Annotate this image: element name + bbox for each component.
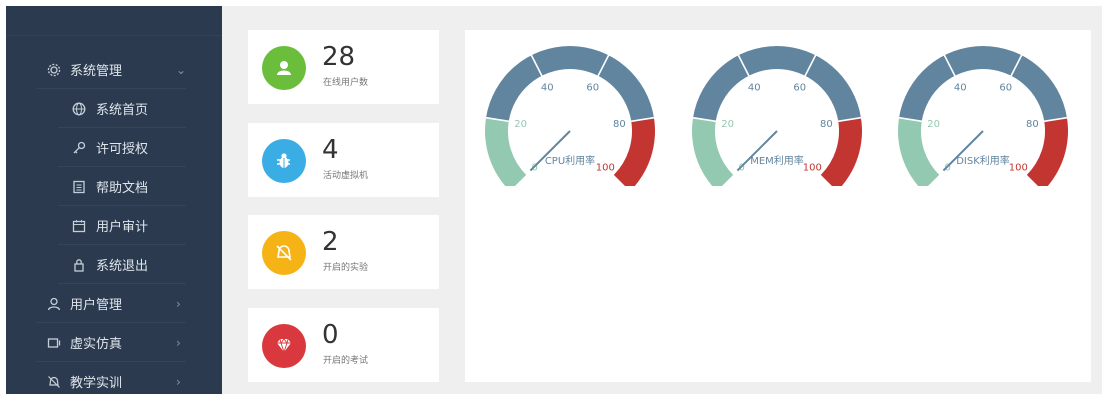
gauge-tick-label: 80 [1026,119,1039,130]
gauge-panel: 0 20 40 60 80 100 CPU利用率 0 20 40 60 80 100 MEM利用率 02… [465,30,1091,382]
chevron-right-icon: › [176,296,181,311]
sidebar-header [6,6,222,36]
bell-slash-icon [262,231,306,275]
gear-icon [46,62,62,78]
gauge-label: DISK利用率 [956,154,1010,167]
gauge-tick-label: 20 [927,119,940,130]
page-frame: 系统管理 ⌄ 系统首页 许可授权 帮助文档 用户审计 系统退出 用户管理 › 虚… [6,6,1102,394]
chevron-right-icon: › [176,374,181,389]
lock-icon [71,257,87,273]
gauge-tick-label: 20 [721,119,734,130]
gauge-tick-label: 100 [596,162,615,173]
gauge-mem: 02040 6080100MEM利用率 [691,45,863,186]
bug-icon [262,139,306,183]
stat-card-active-vms[interactable]: 4 活动虚拟机 [248,123,439,197]
sidebar-item-label: 系统退出 [96,259,149,274]
sidebar-item-logout[interactable]: 系统退出 [6,245,222,284]
stat-label: 活动虚拟机 [323,171,369,181]
gauge-band-arc [693,45,861,122]
stat-card-online-users[interactable]: 28 在线用户数 [248,30,439,104]
stat-value: 28 [322,42,356,72]
sidebar-item-user-management[interactable]: 用户管理 › [6,284,222,323]
gauge-tick-label: 60 [999,82,1012,93]
sidebar-item-label: 虚实仿真 [70,337,123,352]
bell-off-icon [46,374,62,390]
user-icon [262,46,306,90]
document-icon [71,179,87,195]
stat-label: 开启的考试 [323,356,369,366]
sidebar-item-help-docs[interactable]: 帮助文档 [6,167,222,206]
user-icon [46,296,62,312]
diamond-icon [262,324,306,368]
stat-value: 0 [322,320,339,350]
sidebar-item-label: 系统首页 [96,103,149,118]
chevron-down-icon: ⌄ [176,62,187,77]
gauge-tick-label: 100 [803,162,822,173]
gauge-tick-label: 40 [541,82,554,93]
sidebar-item-user-audit[interactable]: 用户审计 [6,206,222,245]
key-icon [71,140,87,156]
gauge-band-arc [899,45,1067,122]
stat-label: 在线用户数 [323,78,369,88]
stat-card-open-exams[interactable]: 0 开启的考试 [248,308,439,382]
sidebar-menu: 系统管理 ⌄ 系统首页 许可授权 帮助文档 用户审计 系统退出 用户管理 › 虚… [6,50,222,394]
sidebar-item-system-management[interactable]: 系统管理 ⌄ [6,50,222,89]
gauge-tick-label: 80 [613,119,626,130]
sidebar-item-label: 许可授权 [96,142,149,157]
sidebar-item-virtual-simulation[interactable]: 虚实仿真 › [6,323,222,362]
sidebar-item-system-home[interactable]: 系统首页 [6,89,222,128]
gauge-tick-label: 60 [793,82,806,93]
gauge-tick-label: 60 [586,82,599,93]
sidebar-item-label: 用户管理 [70,298,123,313]
chevron-right-icon: › [176,335,181,350]
sidebar: 系统管理 ⌄ 系统首页 许可授权 帮助文档 用户审计 系统退出 用户管理 › 虚… [6,6,222,394]
sidebar-item-teaching-training[interactable]: 教学实训 › [6,362,222,394]
stat-card-open-experiments[interactable]: 2 开启的实验 [248,215,439,289]
stat-value: 2 [322,227,339,257]
stat-value: 4 [322,135,339,165]
stat-label: 开启的实验 [323,263,369,273]
sidebar-item-label: 用户审计 [96,220,149,235]
gauge-label: CPU利用率 [545,154,595,167]
globe-icon [71,101,87,117]
sidebar-item-label: 系统管理 [70,64,123,79]
monitor-icon [46,335,62,351]
gauge-band-arc [486,45,654,122]
gauge-tick-label: 40 [954,82,967,93]
gauge-tick-label: 20 [514,119,527,130]
gauge-cpu: 02040 6080100CPU利用率 [484,45,656,186]
calendar-icon [71,218,87,234]
sidebar-item-label: 帮助文档 [96,181,149,196]
gauge-tick-label: 40 [748,82,761,93]
gauge-tick-label: 100 [1009,162,1028,173]
gauge-disk: 02040 6080100DISK利用率 [897,45,1069,186]
sidebar-item-license[interactable]: 许可授权 [6,128,222,167]
gauge-label: MEM利用率 [750,154,804,167]
gauge-tick-label: 80 [820,119,833,130]
sidebar-item-label: 教学实训 [70,376,123,391]
